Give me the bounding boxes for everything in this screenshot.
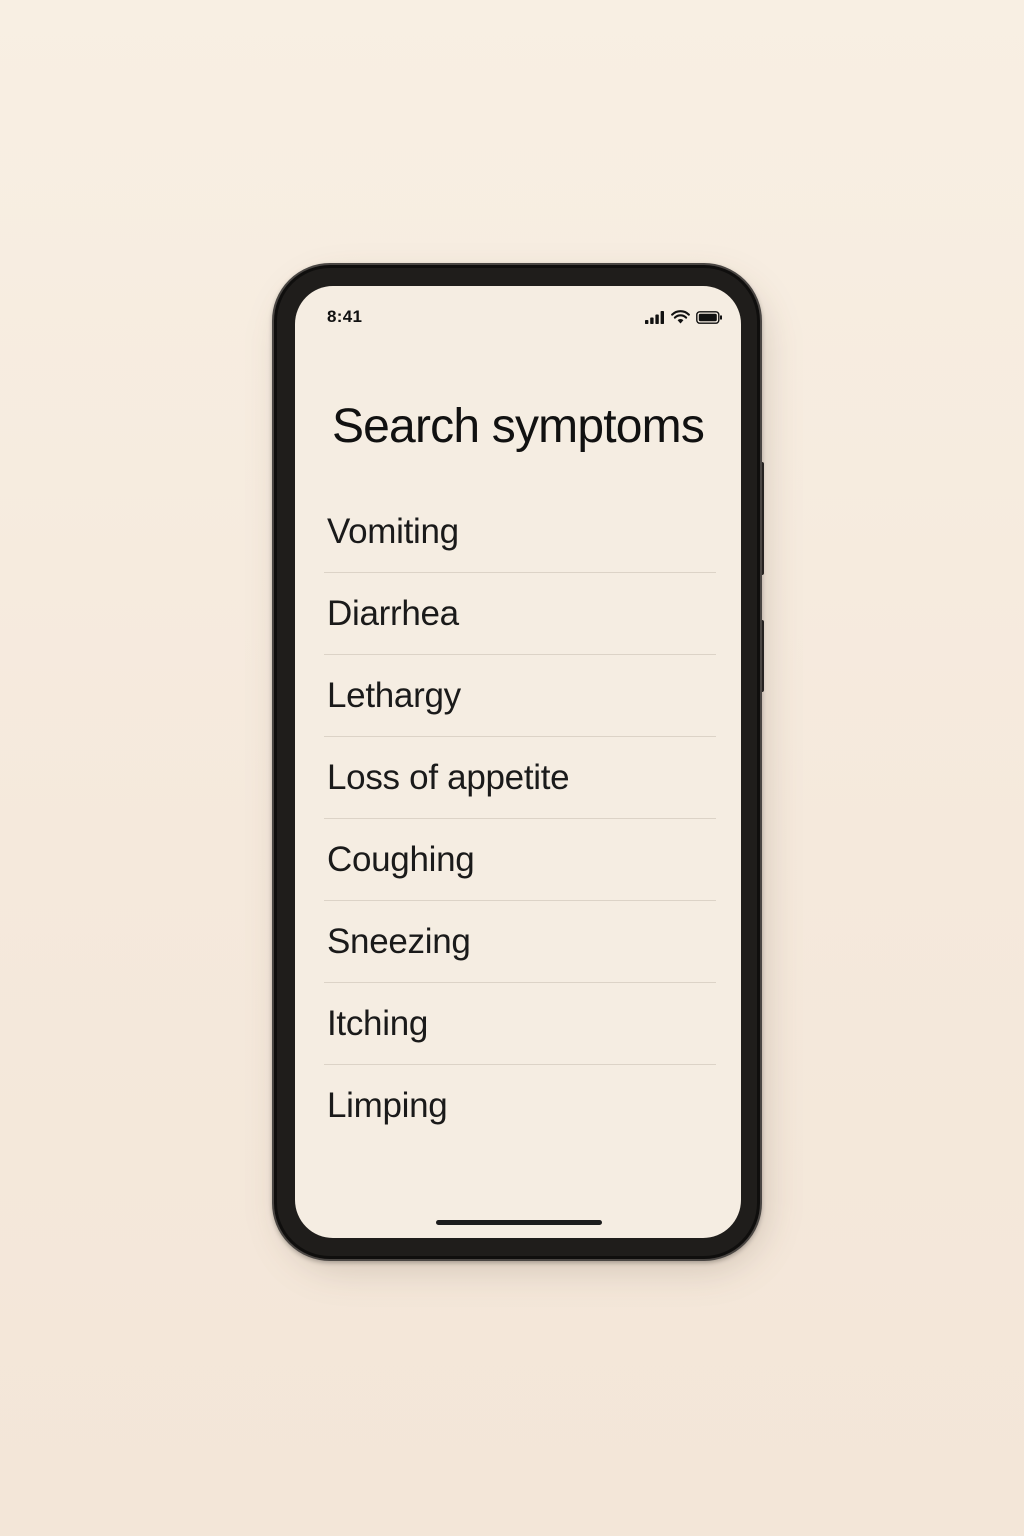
status-bar: 8:41 <box>295 286 741 346</box>
symptom-item-diarrhea[interactable]: Diarrhea <box>324 573 716 655</box>
cellular-signal-icon <box>645 310 665 324</box>
symptom-label: Lethargy <box>327 675 461 715</box>
phone-screen: 8:41 Search symptoms Vomiting Diarrhea L… <box>295 286 741 1238</box>
home-indicator[interactable] <box>436 1220 602 1225</box>
symptom-label: Diarrhea <box>327 593 459 633</box>
symptom-label: Vomiting <box>327 511 459 551</box>
battery-icon <box>696 310 723 324</box>
status-icons <box>645 310 723 324</box>
symptom-label: Itching <box>327 1003 429 1043</box>
symptom-item-limping[interactable]: Limping <box>324 1065 716 1147</box>
symptom-item-coughing[interactable]: Coughing <box>324 819 716 901</box>
symptom-item-vomiting[interactable]: Vomiting <box>324 491 716 573</box>
symptom-list: Vomiting Diarrhea Lethargy Loss of appet… <box>324 491 716 1147</box>
symptom-item-lethargy[interactable]: Lethargy <box>324 655 716 737</box>
symptom-label: Sneezing <box>327 921 471 961</box>
symptom-item-sneezing[interactable]: Sneezing <box>324 901 716 983</box>
symptom-label: Coughing <box>327 839 475 879</box>
wifi-icon <box>671 310 690 324</box>
status-time: 8:41 <box>327 307 363 326</box>
symptom-item-loss-of-appetite[interactable]: Loss of appetite <box>324 737 716 819</box>
symptom-label: Limping <box>327 1086 448 1125</box>
symptom-label: Loss of appetite <box>327 757 570 797</box>
symptom-item-itching[interactable]: Itching <box>324 983 716 1065</box>
page-title: Search symptoms <box>331 400 705 453</box>
